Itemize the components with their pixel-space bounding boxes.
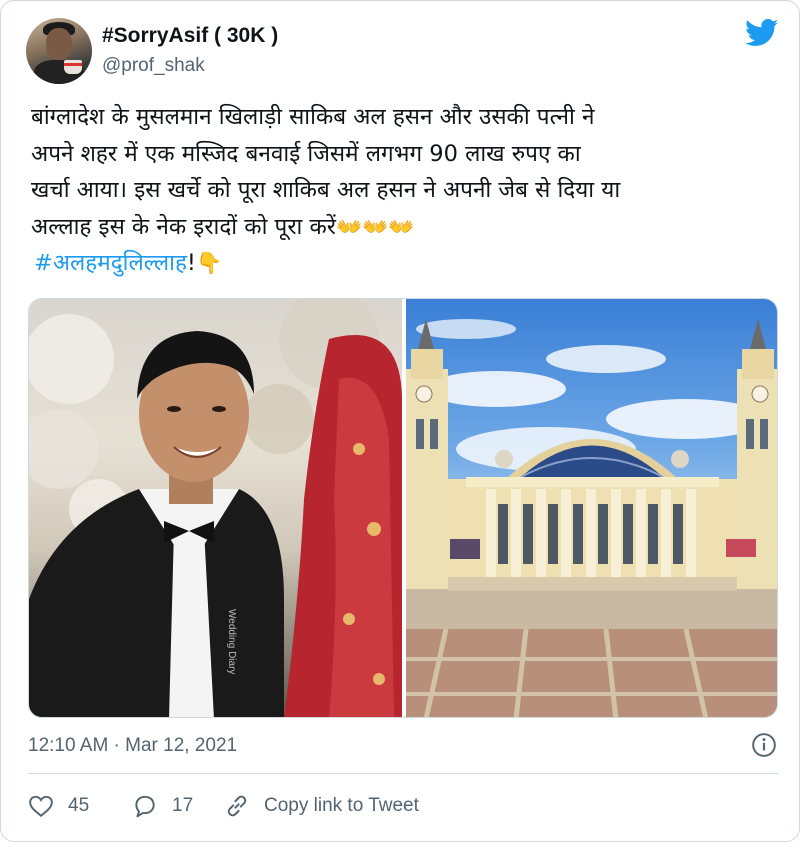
hashtag-suffix: ! (186, 250, 196, 276)
tweet-card: #SorryAsif ( 30K ) @prof_shak बांग्लादेश… (0, 0, 800, 842)
tweet-text-line: बांग्लादेश के मुसलमान खिलाड़ी साकिब अल ह… (31, 104, 595, 130)
author-display-name[interactable]: #SorryAsif ( 30K ) (102, 24, 278, 48)
reply-count: 17 (172, 795, 194, 816)
pointing-down-emoji: 👇 (195, 251, 223, 275)
link-icon (227, 795, 247, 817)
open-hands-emoji: 👐👐👐 (336, 214, 415, 239)
heart-icon (29, 795, 53, 817)
tweet-timestamp[interactable]: 12:10 AM · Mar 12, 2021 (28, 735, 237, 757)
reply-button[interactable]: 17 (132, 791, 193, 821)
twitter-bird-icon[interactable] (745, 19, 779, 47)
author-username[interactable]: @prof_shak (102, 55, 205, 77)
tweet-media[interactable]: Wedding Diary (28, 298, 778, 718)
hashtag-line: #अलहमदुलिल्लाह!👇 (34, 245, 222, 281)
hashtag-link[interactable]: #अलहमदुलिल्लाह (34, 250, 187, 276)
tweet-text-line: अल्लाह इस के नेक इरादों को पूरा करें👐👐👐 (31, 213, 415, 240)
divider (28, 773, 778, 774)
photo-watermark: Wedding Diary (226, 609, 237, 675)
copy-link-button[interactable]: Copy link to Tweet (224, 791, 419, 821)
avatar[interactable] (26, 18, 92, 84)
tweet-text: बांग्लादेश के मुसलमान खिलाड़ी साकिब अल ह… (31, 99, 781, 245)
tweet-text-line: खर्चा आया। इस खर्चे को पूरा शाकिब अल हसन… (31, 177, 621, 203)
like-count: 45 (68, 795, 90, 816)
like-button[interactable]: 45 (28, 791, 89, 821)
info-icon[interactable] (751, 732, 777, 758)
tweet-text-line: अपने शहर में एक मस्जिद बनवाई जिसमें लगभग… (31, 140, 581, 167)
photo-groom[interactable]: Wedding Diary (29, 299, 402, 717)
comment-icon (135, 795, 155, 818)
copy-link-label: Copy link to Tweet (264, 795, 419, 816)
photo-building[interactable] (406, 299, 777, 717)
